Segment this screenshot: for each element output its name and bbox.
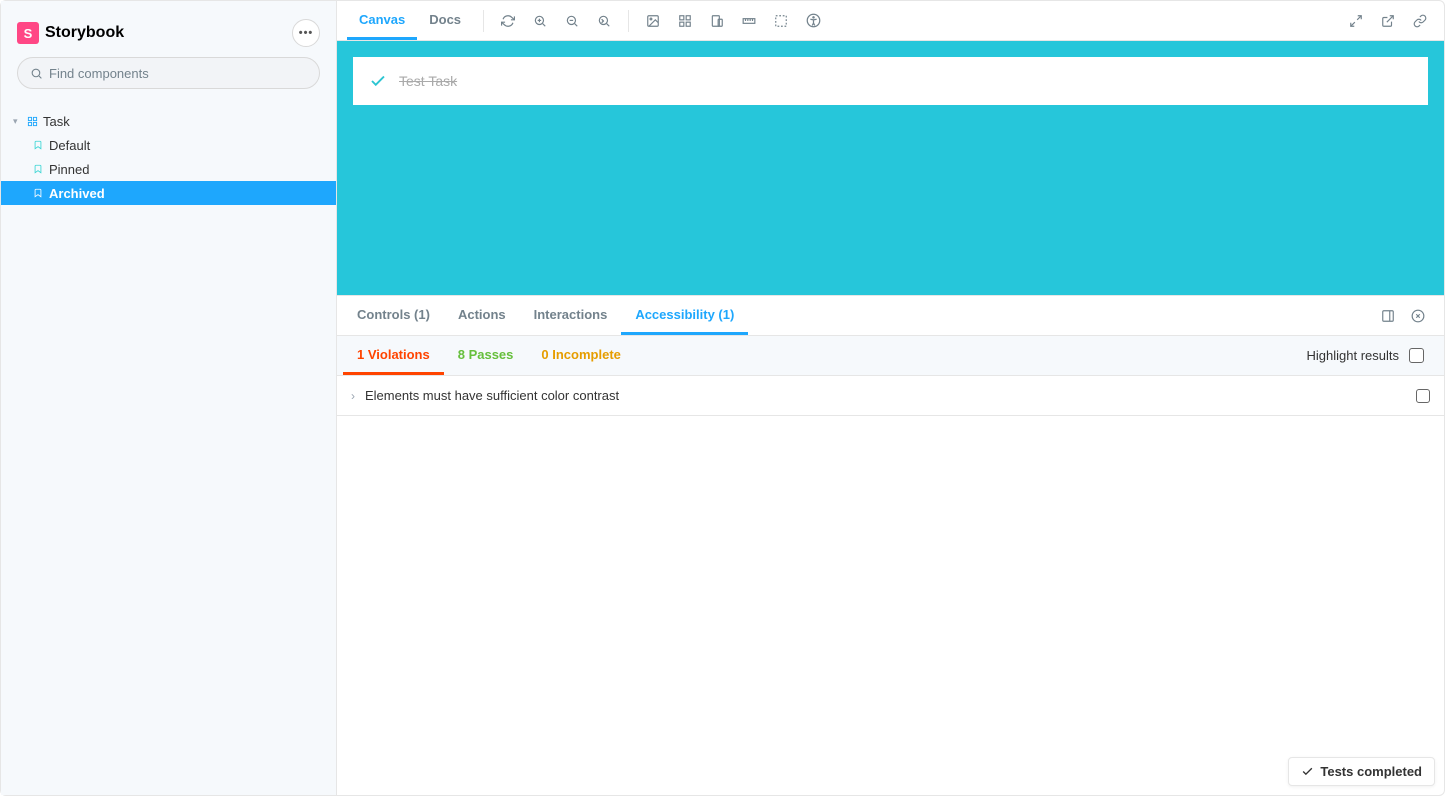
open-isolated-button[interactable] bbox=[1374, 7, 1402, 35]
addon-tab-controls[interactable]: Controls (1) bbox=[343, 296, 444, 335]
tree-item-archived[interactable]: Archived bbox=[1, 181, 336, 205]
tree-item-default[interactable]: Default bbox=[1, 133, 336, 157]
view-tabs: Canvas Docs bbox=[347, 1, 473, 40]
main: Canvas Docs bbox=[337, 1, 1444, 795]
close-icon bbox=[1411, 309, 1425, 323]
a11y-subtab-violations[interactable]: 1 Violations bbox=[343, 336, 444, 375]
search-input[interactable] bbox=[49, 66, 307, 81]
addon-tab-actions[interactable]: Actions bbox=[444, 296, 520, 335]
separator bbox=[628, 10, 629, 32]
outline-button[interactable] bbox=[767, 7, 795, 35]
bookmark-icon bbox=[31, 187, 45, 199]
copy-link-button[interactable] bbox=[1406, 7, 1434, 35]
remount-button[interactable] bbox=[494, 7, 522, 35]
vision-button[interactable] bbox=[799, 7, 827, 35]
highlight-results-label: Highlight results bbox=[1307, 348, 1400, 363]
brand-name: Storybook bbox=[45, 24, 124, 42]
tree-group-label: Task bbox=[43, 114, 70, 129]
highlight-results-checkbox[interactable] bbox=[1409, 348, 1424, 363]
sidebar-right-icon bbox=[1381, 309, 1395, 323]
zoom-out-button[interactable] bbox=[558, 7, 586, 35]
toolbar: Canvas Docs bbox=[337, 1, 1444, 41]
photo-icon bbox=[646, 14, 660, 28]
a11y-items: › Elements must have sufficient color co… bbox=[337, 376, 1444, 416]
sidebar-header: S Storybook ••• bbox=[1, 1, 336, 57]
component-icon bbox=[25, 116, 39, 127]
accessibility-icon bbox=[806, 13, 821, 28]
a11y-item[interactable]: › Elements must have sufficient color co… bbox=[337, 376, 1444, 416]
a11y-item-checkbox[interactable] bbox=[1416, 389, 1430, 403]
tree-item-label: Default bbox=[49, 138, 90, 153]
ruler-icon bbox=[742, 14, 756, 28]
sync-icon bbox=[501, 14, 515, 28]
background-button[interactable] bbox=[639, 7, 667, 35]
tree-item-label: Pinned bbox=[49, 162, 89, 177]
panel-close-button[interactable] bbox=[1406, 304, 1430, 328]
fullscreen-icon bbox=[1349, 14, 1363, 28]
chevron-right-icon: › bbox=[351, 389, 355, 403]
separator bbox=[483, 10, 484, 32]
addons-panel: Controls (1) Actions Interactions Access… bbox=[337, 295, 1444, 795]
zoom-reset-button[interactable] bbox=[590, 7, 618, 35]
zoom-reset-icon bbox=[597, 14, 611, 28]
tree-group-header[interactable]: ▾ Task bbox=[1, 109, 336, 133]
share-icon bbox=[1381, 14, 1395, 28]
check-icon[interactable] bbox=[369, 72, 387, 90]
grid-icon bbox=[678, 14, 692, 28]
zoom-out-icon bbox=[565, 14, 579, 28]
panel-orientation-button[interactable] bbox=[1376, 304, 1400, 328]
storybook-logo-icon: S bbox=[17, 22, 39, 44]
tab-docs[interactable]: Docs bbox=[417, 1, 473, 40]
tree-item-label: Archived bbox=[49, 186, 105, 201]
caret-down-icon: ▾ bbox=[13, 116, 21, 127]
link-icon bbox=[1413, 14, 1427, 28]
measure-button[interactable] bbox=[735, 7, 763, 35]
canvas-preview: Test Task bbox=[337, 41, 1444, 295]
addon-tab-interactions[interactable]: Interactions bbox=[520, 296, 622, 335]
viewport-icon bbox=[710, 14, 724, 28]
addon-tab-accessibility[interactable]: Accessibility (1) bbox=[621, 296, 748, 335]
sidebar: S Storybook ••• ▾ Ta bbox=[1, 1, 337, 795]
a11y-subtab-passes[interactable]: 8 Passes bbox=[444, 336, 528, 375]
component-tree: ▾ Task Default bbox=[1, 101, 336, 205]
tab-canvas[interactable]: Canvas bbox=[347, 1, 417, 40]
zoom-in-button[interactable] bbox=[526, 7, 554, 35]
viewport-button[interactable] bbox=[703, 7, 731, 35]
a11y-subtabs: 1 Violations 8 Passes 0 Incomplete Highl… bbox=[337, 336, 1444, 376]
tree-item-pinned[interactable]: Pinned bbox=[1, 157, 336, 181]
logo[interactable]: S Storybook bbox=[17, 22, 124, 44]
bookmark-icon bbox=[31, 139, 45, 151]
ellipsis-icon: ••• bbox=[299, 27, 314, 39]
search-input-wrap[interactable] bbox=[17, 57, 320, 89]
tree-group-task: ▾ Task Default bbox=[1, 109, 336, 205]
outline-icon bbox=[774, 14, 788, 28]
grid-button[interactable] bbox=[671, 7, 699, 35]
status-text: Tests completed bbox=[1320, 764, 1422, 779]
status-pill[interactable]: Tests completed bbox=[1288, 757, 1435, 786]
addon-tabs: Controls (1) Actions Interactions Access… bbox=[337, 296, 1444, 336]
search-icon bbox=[30, 67, 43, 80]
a11y-item-label: Elements must have sufficient color cont… bbox=[365, 388, 619, 403]
sidebar-menu-button[interactable]: ••• bbox=[292, 19, 320, 47]
fullscreen-button[interactable] bbox=[1342, 7, 1370, 35]
zoom-in-icon bbox=[533, 14, 547, 28]
task-title: Test Task bbox=[399, 73, 457, 89]
check-icon bbox=[1301, 765, 1314, 778]
a11y-subtab-incomplete[interactable]: 0 Incomplete bbox=[527, 336, 634, 375]
bookmark-icon bbox=[31, 163, 45, 175]
task-card: Test Task bbox=[353, 57, 1428, 105]
